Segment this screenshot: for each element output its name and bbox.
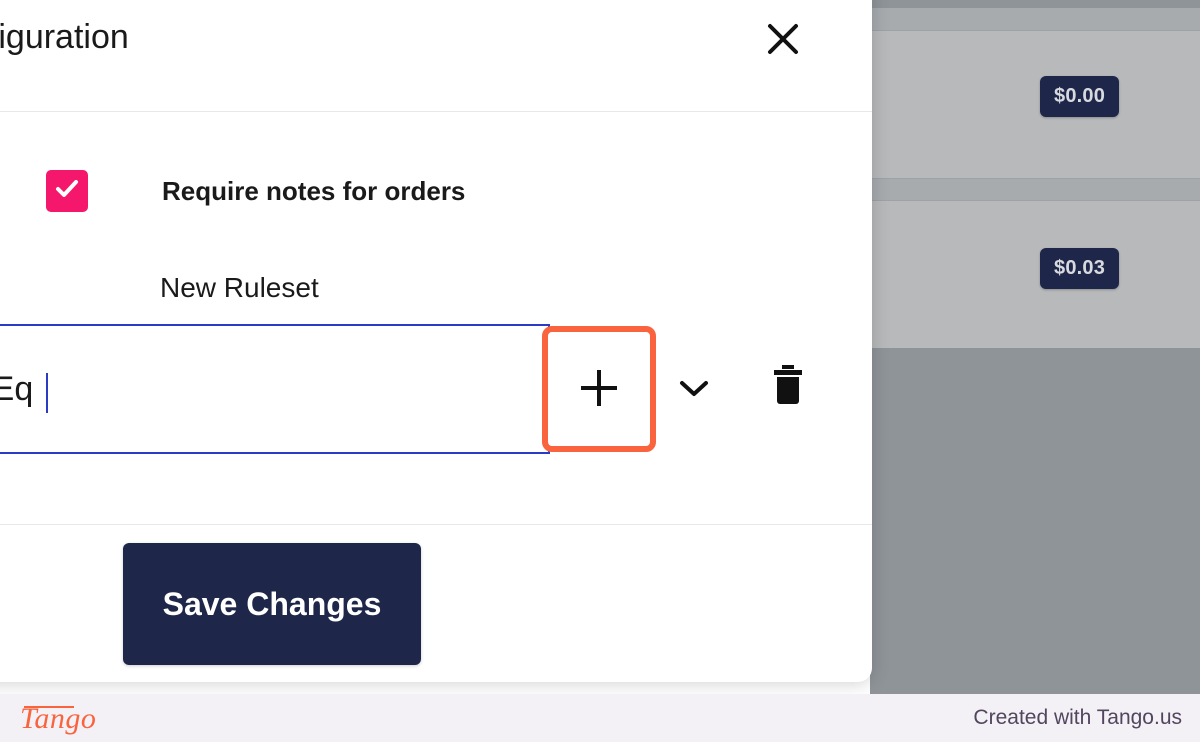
modal-header: nfiguration — [0, 0, 872, 112]
require-notes-label: Require notes for orders — [162, 175, 466, 206]
tango-footer: Tango Created with Tango.us — [0, 694, 1200, 742]
modal-footer: Save Changes — [0, 524, 872, 681]
tango-logo: Tango — [20, 702, 96, 736]
save-changes-button[interactable]: Save Changes — [123, 543, 421, 665]
chevron-down-icon — [677, 376, 711, 403]
tango-logo-bar — [24, 706, 74, 708]
add-ruleset-button[interactable] — [542, 326, 656, 452]
table-row-divider — [870, 178, 1200, 179]
configuration-modal: nfiguration — [0, 0, 872, 682]
table-row[interactable] — [870, 8, 1200, 30]
check-icon — [53, 175, 81, 208]
table-row-divider — [870, 200, 1200, 201]
ruleset-field-label: New Ruleset — [160, 272, 319, 303]
ruleset-input-value: ZeEq — [0, 369, 34, 408]
screen: $0.00 $0.03 nfiguration — [0, 0, 1200, 742]
modal-body: Require notes for orders New Ruleset ZeE… — [0, 112, 872, 524]
table-row[interactable] — [870, 30, 1200, 178]
plus-icon — [576, 365, 622, 414]
tango-credit: Created with Tango.us — [973, 706, 1182, 729]
delete-ruleset-button[interactable] — [764, 360, 812, 412]
text-cursor — [46, 373, 49, 413]
price-badge[interactable]: $0.00 — [1040, 76, 1120, 117]
trash-icon — [771, 363, 805, 410]
table-row[interactable] — [870, 200, 1200, 348]
close-button[interactable] — [762, 18, 804, 60]
require-notes-row: Require notes for orders — [0, 170, 465, 212]
ruleset-input[interactable]: ZeEq — [0, 324, 550, 454]
ruleset-field-row: ZeEq — [0, 324, 872, 458]
close-icon — [764, 20, 802, 58]
require-notes-checkbox[interactable] — [46, 170, 88, 212]
price-badge[interactable]: $0.03 — [1040, 248, 1120, 289]
expand-ruleset-button[interactable] — [670, 368, 718, 410]
page-title: nfiguration — [0, 18, 129, 56]
table-row[interactable] — [870, 178, 1200, 200]
table-row-divider — [870, 30, 1200, 31]
